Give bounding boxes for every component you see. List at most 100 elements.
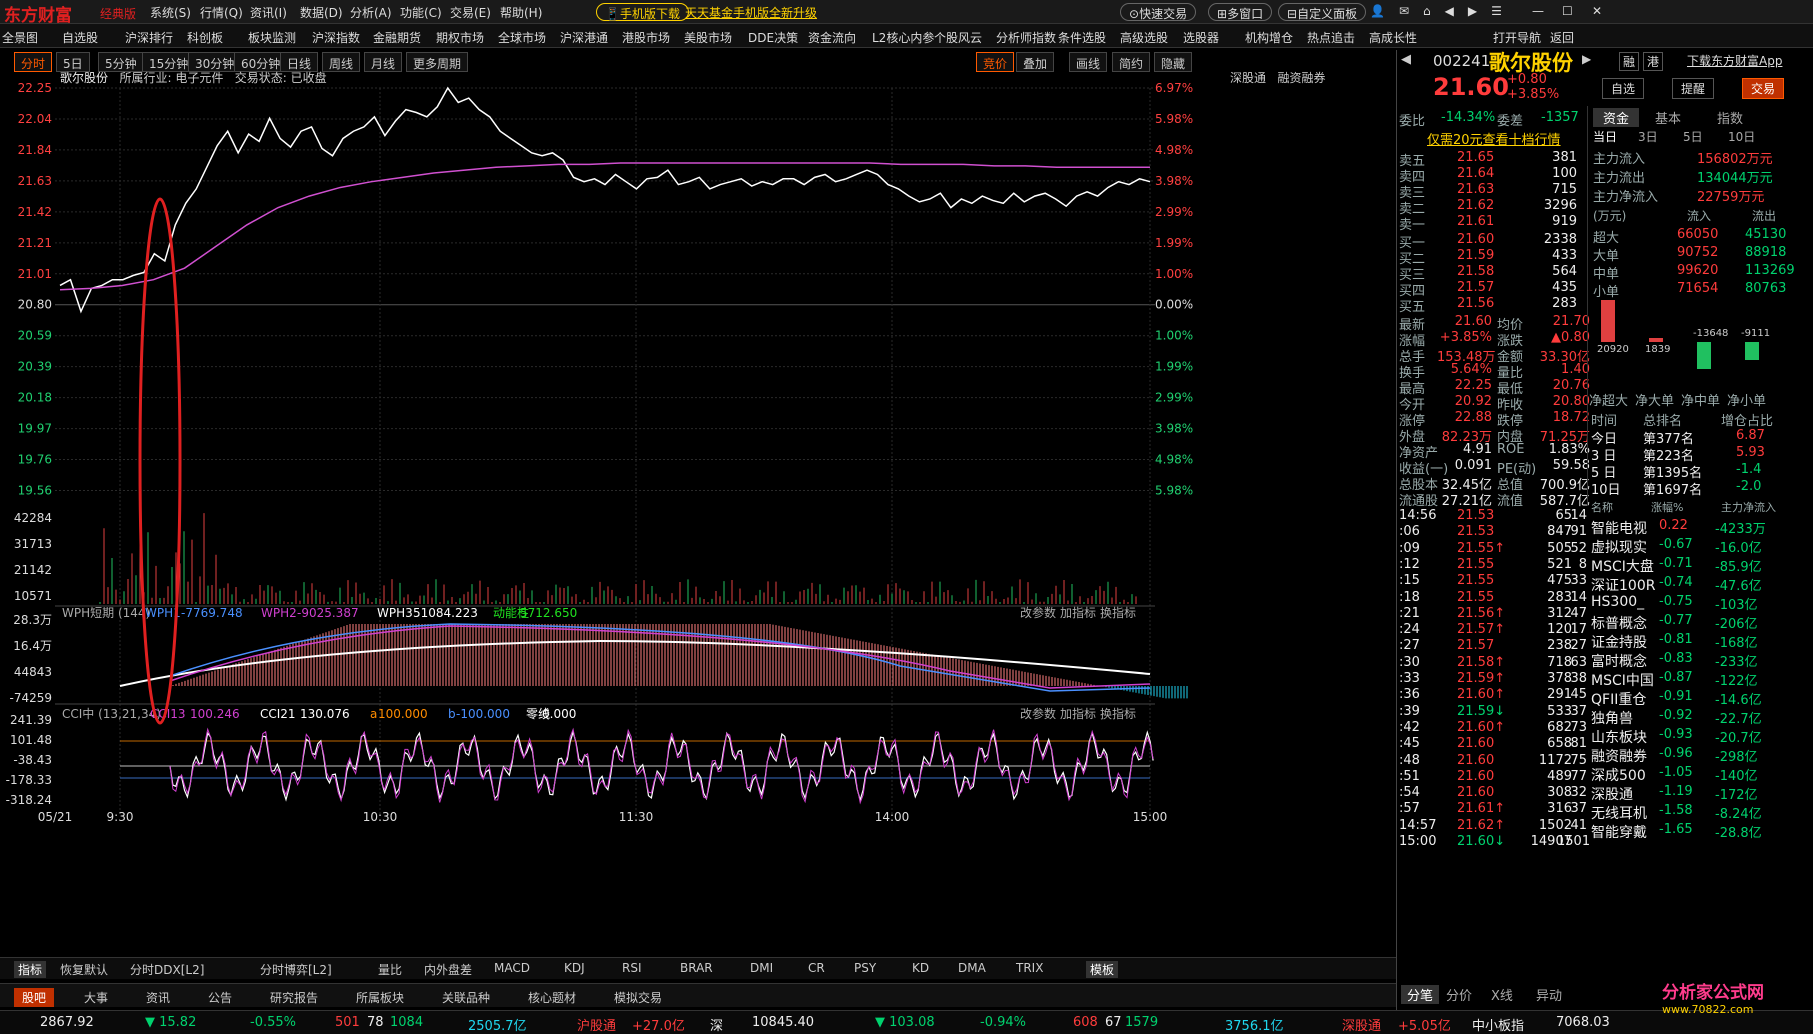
- menu-function[interactable]: 功能(C): [400, 4, 442, 21]
- period-tab-9[interactable]: 更多周期: [406, 52, 469, 72]
- wph-btn[interactable]: 加指标: [1060, 605, 1096, 620]
- nav-item-2[interactable]: 沪深排行: [125, 29, 173, 46]
- nav-item-17[interactable]: 条件选股: [1058, 29, 1106, 46]
- level10-link[interactable]: 仅需20元查看十档行情: [1427, 129, 1561, 148]
- forward-icon[interactable]: ▶: [1468, 4, 1491, 18]
- nav-item-24[interactable]: 返回: [1550, 29, 1574, 46]
- period-tab-7[interactable]: 周线: [322, 52, 361, 72]
- quick-trade-button[interactable]: ⊙快速交易: [1120, 3, 1197, 21]
- indicator-tab-0[interactable]: 指标: [14, 961, 47, 978]
- news-tab-6[interactable]: 关联品种: [434, 988, 498, 1007]
- sector-name[interactable]: 证金持股: [1591, 632, 1647, 652]
- menu-info[interactable]: 资讯(I): [250, 4, 287, 21]
- tick-tab-0[interactable]: 分笔: [1401, 985, 1440, 1004]
- window-icons[interactable]: 👤✉⌂◀▶☰: [1370, 4, 1516, 18]
- nav-item-6[interactable]: 金融期货: [373, 29, 421, 46]
- fund-tab-1[interactable]: 基本: [1655, 108, 1681, 127]
- nav-item-19[interactable]: 选股器: [1183, 29, 1219, 46]
- nav-item-7[interactable]: 期权市场: [436, 29, 484, 46]
- period-right-3[interactable]: 简约: [1112, 52, 1151, 72]
- indicator-tab-7[interactable]: KDJ: [564, 961, 585, 975]
- promo-link[interactable]: 天天基金手机版全新升级: [685, 4, 817, 21]
- period-right-2[interactable]: 画线: [1069, 52, 1108, 72]
- nav-item-16[interactable]: 分析师指数: [996, 29, 1056, 46]
- wph-btn[interactable]: 换指标: [1100, 605, 1136, 620]
- sector-name[interactable]: HS300_: [1591, 594, 1644, 610]
- sector-name[interactable]: 山东板块: [1591, 727, 1647, 747]
- indicator-tab-13[interactable]: KD: [912, 961, 929, 975]
- sector-name[interactable]: MSCI大盘: [1591, 556, 1654, 576]
- download-app-link[interactable]: 下载东方财富App: [1687, 52, 1782, 69]
- nav-item-22[interactable]: 高成长性: [1369, 29, 1417, 46]
- nav-item-8[interactable]: 全球市场: [498, 29, 546, 46]
- hk-badge[interactable]: 港: [1643, 52, 1664, 71]
- menu-trade[interactable]: 交易(E): [450, 4, 491, 21]
- period-tab-0[interactable]: 分时: [14, 52, 53, 72]
- sector-name[interactable]: 富时概念: [1591, 651, 1647, 671]
- menu-analysis[interactable]: 分析(A): [350, 4, 392, 21]
- tick-tab-2[interactable]: X线: [1491, 985, 1513, 1004]
- indicator-tab-2[interactable]: 分时DDX[L2]: [130, 961, 204, 978]
- tick-tab-1[interactable]: 分价: [1446, 985, 1472, 1004]
- news-tab-3[interactable]: 公告: [200, 988, 240, 1007]
- news-tab-0[interactable]: 股吧: [14, 988, 55, 1007]
- sector-name[interactable]: 深股通: [1591, 784, 1633, 804]
- nav-item-9[interactable]: 沪深港通: [560, 29, 608, 46]
- indicator-tab-3[interactable]: 分时博弈[L2]: [260, 961, 332, 978]
- sector-name[interactable]: 智能电视: [1591, 518, 1647, 538]
- close-icon[interactable]: ✕: [1592, 4, 1602, 18]
- menu-data[interactable]: 数据(D): [300, 4, 343, 21]
- news-tab-1[interactable]: 大事: [76, 988, 116, 1007]
- sector-name[interactable]: 智能穿戴: [1591, 822, 1647, 842]
- nav-item-10[interactable]: 港股市场: [622, 29, 670, 46]
- add-watchlist-button[interactable]: 自选: [1602, 78, 1645, 99]
- indicator-tab-1[interactable]: 恢复默认: [60, 961, 108, 978]
- indicator-tab-9[interactable]: BRAR: [680, 961, 713, 975]
- nav-item-13[interactable]: 资金流向: [808, 29, 856, 46]
- period-right-1[interactable]: 叠加: [1016, 52, 1055, 72]
- wph-btn[interactable]: 改参数: [1020, 605, 1056, 620]
- nav-item-11[interactable]: 美股市场: [684, 29, 732, 46]
- tick-tab-3[interactable]: 异动: [1536, 985, 1562, 1004]
- period-right-0[interactable]: 竞价: [976, 52, 1015, 72]
- nav-item-3[interactable]: 科创板: [187, 29, 223, 46]
- menu-quote[interactable]: 行情(Q): [200, 4, 243, 21]
- sector-name[interactable]: MSCI中国: [1591, 670, 1654, 690]
- sector-name[interactable]: 标普概念: [1591, 613, 1647, 633]
- indicator-tab-8[interactable]: RSI: [622, 961, 642, 975]
- menu-system[interactable]: 系统(S): [150, 4, 191, 21]
- cci-btn[interactable]: 加指标: [1060, 706, 1096, 721]
- cci-btn[interactable]: 换指标: [1100, 706, 1136, 721]
- fund-subtab-0[interactable]: 当日: [1593, 128, 1617, 145]
- custom-panel-button[interactable]: ⊟自定义面板: [1278, 3, 1367, 21]
- minimize-icon[interactable]: —: [1532, 4, 1544, 18]
- nav-item-21[interactable]: 热点追击: [1307, 29, 1355, 46]
- fund-subtab-2[interactable]: 5日: [1683, 128, 1703, 145]
- nav-item-18[interactable]: 高级选股: [1120, 29, 1168, 46]
- indicator-tab-16[interactable]: 模板: [1086, 961, 1119, 978]
- indicator-tab-12[interactable]: PSY: [854, 961, 876, 975]
- cci-btn[interactable]: 改参数: [1020, 706, 1056, 721]
- nav-item-4[interactable]: 板块监测: [248, 29, 296, 46]
- indicator-tab-11[interactable]: CR: [808, 961, 825, 975]
- sector-name[interactable]: 深成500: [1591, 765, 1646, 785]
- menu-icon[interactable]: ☰: [1491, 4, 1516, 18]
- sector-name[interactable]: 深证100R: [1591, 575, 1655, 595]
- news-tab-5[interactable]: 所属板块: [348, 988, 412, 1007]
- mobile-download-button[interactable]: 📱手机版下载: [596, 3, 689, 21]
- nav-item-23[interactable]: 打开导航: [1493, 29, 1541, 46]
- home-icon[interactable]: ⌂: [1423, 4, 1445, 18]
- indicator-tab-4[interactable]: 量比: [378, 961, 402, 978]
- multi-window-button[interactable]: ⊞多窗口: [1208, 3, 1273, 21]
- maximize-icon[interactable]: ☐: [1562, 4, 1573, 18]
- indicator-tab-14[interactable]: DMA: [958, 961, 986, 975]
- chart-svg[interactable]: 22.25 6.97% 22.04 5.98% 21.84 4.98% 21.63 3.98%…: [0, 76, 1396, 956]
- sector-name[interactable]: QFII重仓: [1591, 689, 1646, 709]
- right-arrow-icon[interactable]: ▶: [1582, 52, 1591, 66]
- news-tab-7[interactable]: 核心题材: [520, 988, 584, 1007]
- sector-name[interactable]: 独角兽: [1591, 708, 1633, 728]
- nav-item-15[interactable]: 个股风云: [934, 29, 982, 46]
- fund-tab-2[interactable]: 指数: [1717, 108, 1743, 127]
- menu-help[interactable]: 帮助(H): [500, 4, 542, 21]
- nav-item-0[interactable]: 全景图: [2, 29, 38, 46]
